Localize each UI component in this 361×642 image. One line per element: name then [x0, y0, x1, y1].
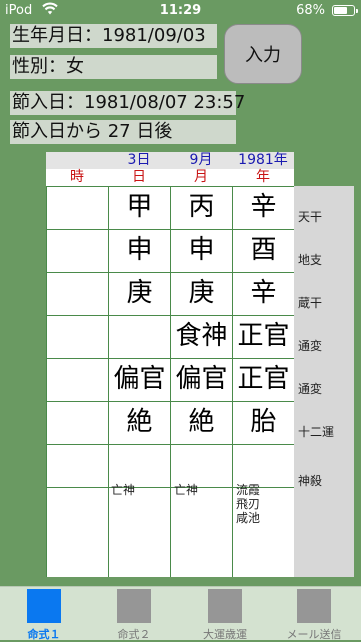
chart-cell: 庚 — [126, 278, 153, 308]
battery-percent: 68% — [296, 3, 325, 18]
header-year-top: 1981年 — [232, 152, 294, 169]
row-label-tsuhen-1: 通変 — [298, 339, 323, 353]
tab-taiun-icon — [208, 589, 242, 623]
tab-meishiki-2-icon — [117, 589, 151, 623]
header-month-top: 9月 — [170, 152, 232, 169]
chart-cell — [47, 187, 108, 228]
chart-cell — [47, 273, 108, 314]
chart-cell: 食神 — [175, 321, 228, 351]
row-label-tenkan: 天干 — [298, 210, 323, 224]
shinsatsu-year: 流霞 飛刃 咸池 — [236, 483, 261, 525]
tab-mail[interactable]: メール送信 — [284, 589, 344, 642]
chart-cell: 絶 — [188, 407, 215, 437]
pillar-hour-label: 時 — [46, 169, 108, 186]
pillar-month-label: 月 — [170, 169, 232, 186]
chart-cell: 正官 — [237, 321, 290, 351]
row-label-zoukan: 蔵干 — [298, 296, 323, 310]
status-bar: iPod 11:29 68% — [0, 0, 361, 22]
meishiki-chart: 3日 9月 1981年 時 日 月 年 甲丙辛申申酉庚庚辛食神 正官 偏官 偏官 正官絶… — [46, 152, 354, 577]
pillar-day-label: 日 — [108, 169, 170, 186]
battery-icon — [332, 5, 358, 16]
chart-cell: 申 — [188, 235, 215, 265]
header-day-top: 3日 — [108, 152, 170, 169]
chart-cell: 偏官 — [175, 364, 228, 394]
tab-taiun[interactable]: 大運歳運 — [195, 589, 255, 642]
row-label-tsuhen-2: 通変 — [298, 382, 323, 396]
pillar-year-label: 年 — [232, 169, 294, 186]
chart-grid: 甲丙辛申申酉庚庚辛食神 正官 偏官 偏官 正官絶絶胎 亡神 亡神 流霞 飛刃 咸池 — [46, 186, 295, 577]
tab-bar: 命式１ 命式２ 大運歳運 メール送信 — [0, 586, 361, 642]
row-label-chishi: 地支 — [298, 253, 323, 267]
row-labels: 天干 地支 蔵干 通変 通変 十二運 神殺 — [294, 186, 354, 577]
chart-cell — [47, 402, 108, 443]
chart-cell: 甲 — [126, 192, 153, 222]
chart-cell: 丙 — [188, 192, 215, 222]
chart-cell: 正官 — [237, 364, 290, 394]
chart-cell: 辛 — [250, 278, 277, 308]
chart-cell: 絶 — [126, 407, 153, 437]
chart-cell: 辛 — [250, 192, 277, 222]
tab-mail-icon — [297, 589, 331, 623]
tab-meishiki-1-icon — [27, 589, 61, 623]
chart-cell: 偏官 — [113, 364, 166, 394]
chart-cell: 胎 — [250, 407, 277, 437]
tab-meishiki-1[interactable]: 命式１ — [14, 589, 74, 642]
chart-cell: 申 — [126, 235, 153, 265]
shinsatsu-month: 亡神 — [174, 483, 199, 497]
birthdate-field[interactable]: 生年月日：1981/09/03 — [10, 24, 217, 48]
enter-button[interactable]: 入力 — [224, 24, 302, 84]
row-label-shinsatsu: 神殺 — [298, 474, 323, 488]
chart-cell — [47, 359, 108, 400]
chart-cell — [109, 316, 170, 357]
tab-meishiki-2[interactable]: 命式２ — [104, 589, 164, 642]
chart-cell — [47, 230, 108, 271]
chart-cell: 酉 — [250, 235, 277, 265]
chart-cell: 庚 — [188, 278, 215, 308]
chart-cell — [47, 316, 108, 357]
row-label-juniun: 十二運 — [298, 425, 335, 439]
setsu-date-text: 節入日：1981/08/07 23:57 — [10, 91, 246, 115]
gender-field[interactable]: 性別：女 — [10, 55, 217, 79]
setsu-days-text: 節入日から 27 日後 — [10, 120, 236, 144]
header-hour-top — [46, 152, 108, 169]
shinsatsu-day: 亡神 — [111, 483, 136, 497]
